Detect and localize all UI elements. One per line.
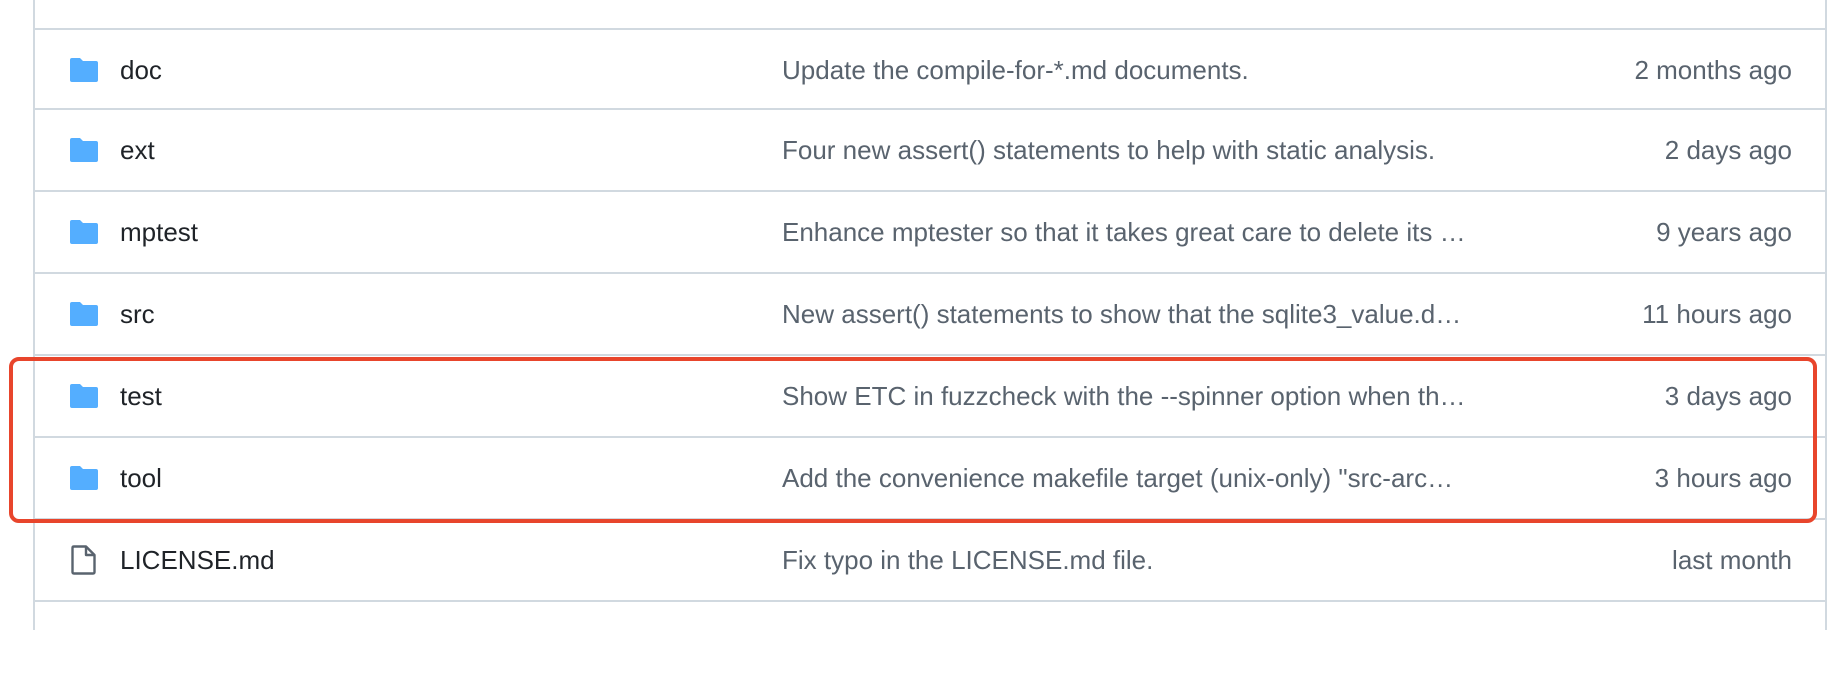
commit-time: 11 hours ago — [1642, 298, 1792, 329]
table-row[interactable]: test Show ETC in fuzzcheck with the --sp… — [35, 354, 1825, 436]
table-row[interactable]: doc Update the compile-for-*.md document… — [35, 28, 1825, 110]
file-name-link[interactable]: tool — [120, 463, 162, 494]
table-row — [35, 600, 1825, 682]
commit-time: 2 days ago — [1664, 134, 1792, 165]
commit-time: 3 days ago — [1664, 380, 1792, 411]
folder-icon — [68, 300, 100, 328]
folder-icon — [68, 136, 100, 164]
commit-message-link[interactable]: Four new assert() statements to help wit… — [782, 135, 1578, 166]
table-row[interactable]: mptest Enhance mptester so that it takes… — [35, 190, 1825, 272]
commit-message-link[interactable]: Enhance mptester so that it takes great … — [782, 217, 1578, 248]
file-name-link[interactable]: ext — [120, 135, 155, 166]
commit-message-link[interactable]: Update the compile-for-*.md documents. — [782, 55, 1578, 86]
file-name-link[interactable]: src — [120, 299, 155, 330]
table-row[interactable]: src New assert() statements to show that… — [35, 272, 1825, 354]
table-row[interactable]: ext Four new assert() statements to help… — [35, 108, 1825, 190]
file-name-link[interactable]: mptest — [120, 217, 198, 248]
commit-message-link[interactable]: Fix typo in the LICENSE.md file. — [782, 545, 1578, 576]
file-list-table: doc Update the compile-for-*.md document… — [33, 0, 1827, 630]
file-name-link[interactable]: LICENSE.md — [120, 545, 275, 576]
folder-icon — [68, 382, 100, 410]
folder-icon — [68, 464, 100, 492]
commit-message-link[interactable]: Add the convenience makefile target (uni… — [782, 463, 1578, 494]
commit-time: last month — [1672, 544, 1792, 575]
commit-message-link[interactable]: Show ETC in fuzzcheck with the --spinner… — [782, 381, 1578, 412]
file-icon — [68, 545, 100, 575]
commit-message-link[interactable]: New assert() statements to show that the… — [782, 299, 1578, 330]
folder-icon — [68, 56, 100, 84]
file-name-link[interactable]: test — [120, 381, 162, 412]
table-row[interactable]: LICENSE.md Fix typo in the LICENSE.md fi… — [35, 518, 1825, 600]
folder-icon — [68, 218, 100, 246]
commit-time: 9 years ago — [1656, 216, 1792, 247]
file-name-link[interactable]: doc — [120, 55, 162, 86]
table-row[interactable]: tool Add the convenience makefile target… — [35, 436, 1825, 518]
commit-time: 3 hours ago — [1654, 462, 1792, 493]
commit-time: 2 months ago — [1634, 54, 1792, 85]
